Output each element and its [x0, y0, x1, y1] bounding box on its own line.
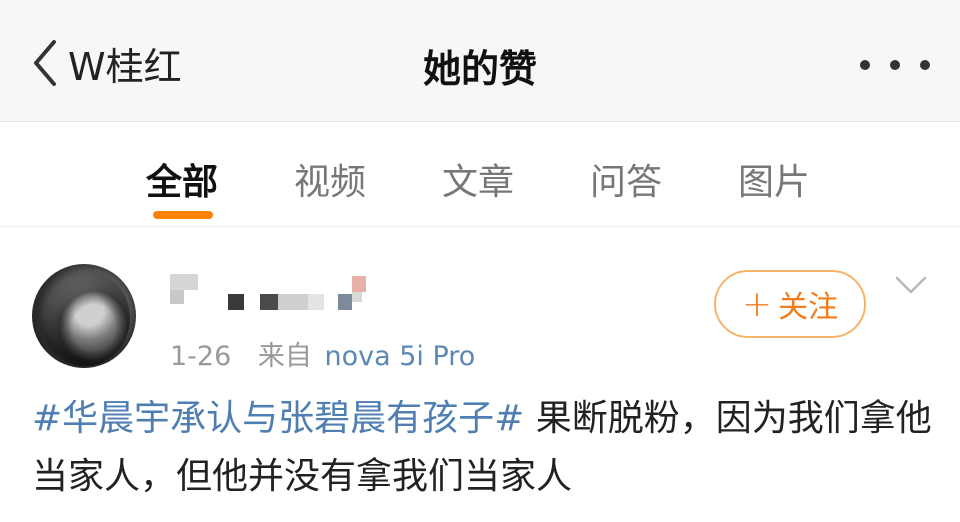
more-options-icon[interactable]	[860, 48, 930, 82]
post-card: 1-26 来自 nova 5i Pro + 关注 #华晨宇承认与张碧晨有孩子# …	[0, 228, 960, 522]
tab-images[interactable]: 图片	[738, 153, 810, 205]
hashtag-link[interactable]: #华晨宇承认与张碧晨有孩子#	[32, 398, 524, 439]
follow-button[interactable]: + 关注	[714, 270, 866, 338]
page-title: 她的赞	[422, 47, 537, 91]
post-content: #华晨宇承认与张碧晨有孩子# 果断脱粉，因为我们拿他当家人，但他并没有拿我们当家…	[32, 390, 932, 506]
tab-articles[interactable]: 文章	[442, 153, 514, 205]
follow-label: 关注	[778, 290, 839, 325]
tab-all[interactable]: 全部	[146, 153, 218, 205]
source-prefix: 来自	[257, 341, 312, 372]
chevron-down-icon[interactable]	[894, 274, 928, 296]
post-meta: 1-26 来自 nova 5i Pro	[170, 334, 475, 373]
tab-bar: 全部 视频 文章 问答 图片	[0, 123, 960, 227]
tab-video[interactable]: 视频	[294, 153, 366, 205]
source-device-link[interactable]: nova 5i Pro	[324, 341, 475, 372]
username-redacted[interactable]	[170, 274, 370, 320]
active-tab-indicator	[153, 211, 213, 219]
plus-icon: +	[741, 283, 773, 325]
avatar[interactable]	[32, 264, 136, 368]
post-time: 1-26	[170, 341, 232, 372]
tab-qa[interactable]: 问答	[590, 153, 662, 205]
top-nav-bar: W桂红 她的赞	[0, 0, 960, 122]
